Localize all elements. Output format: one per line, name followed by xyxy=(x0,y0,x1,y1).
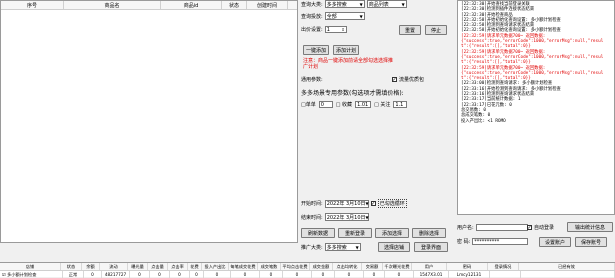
col-header: 成交金额 xyxy=(310,263,333,270)
loop-check-label: 已勾选循环 xyxy=(377,199,407,208)
scene-follow-input[interactable]: 1.1 xyxy=(393,101,408,108)
user-input[interactable] xyxy=(475,224,528,231)
start-time-label: 开始时间: xyxy=(301,201,323,207)
add-one-button[interactable]: 一键添加 xyxy=(303,45,329,55)
col-header: 登录情况 xyxy=(488,263,519,270)
end-time-picker[interactable]: 2022年 3月10日 ▼ xyxy=(324,213,369,221)
col-header: 点击均转化 xyxy=(333,263,362,270)
col-header: 已经有效 xyxy=(519,263,615,270)
general-params-row: 通用参数: xyxy=(301,76,323,83)
stop-button[interactable]: 停止 xyxy=(425,25,447,35)
calendar-dropdown-icon: ▼ xyxy=(365,214,369,220)
query-type-row: 查询大类: 多多搜索 ▼ 商品列表 ▼ xyxy=(301,0,407,8)
query-status-label: 查询投放: xyxy=(301,13,323,20)
col-header: 余额 xyxy=(82,263,100,270)
end-time-row: 结束时间: 2022年 3月10日 ▼ xyxy=(301,213,369,221)
start-time-row: 开始时间: 2022年 3月10日 ▼ ✓ 已勾选循环 xyxy=(301,199,407,208)
loop-checkbox[interactable]: ✓ xyxy=(370,201,376,207)
col-header: 流动 xyxy=(100,263,128,270)
product-table[interactable]: 序号 商品名 商品id 状态 创建时间 xyxy=(0,0,298,243)
traffic-check-row[interactable]: ✓ 流量优质包 xyxy=(392,76,424,83)
col-header: 成交笔数 xyxy=(258,263,281,270)
add-notice: 注意：商品一键添加前请全部勾选选择推广计划 xyxy=(303,58,394,70)
col-header: 用户 xyxy=(412,263,447,270)
save-account-button[interactable]: 保存账号 xyxy=(575,237,607,247)
chevron-down-icon: ▼ xyxy=(401,1,405,7)
auto-login-checkbox[interactable]: ✓ xyxy=(527,225,532,231)
account-area: 用户名: ✓ 自动登录 输出统计信息 密 码: ********** 设置账户 … xyxy=(457,222,615,262)
query-type-select[interactable]: 多多搜索 ▼ xyxy=(324,0,365,8)
calendar-dropdown-icon: ▼ xyxy=(365,201,369,206)
chevron-down-icon: ▼ xyxy=(359,13,363,19)
col-header: 密码 xyxy=(447,263,488,270)
col-header: 花费 xyxy=(188,263,202,270)
col-header: 曝光量 xyxy=(128,263,148,270)
promo-type-select[interactable]: 多多搜索 ▼ xyxy=(324,243,361,251)
col-header: 点击率 xyxy=(168,263,188,270)
scene-items-row: □单单 0 □ 收藏 1.01 □ 关注 1.1 xyxy=(301,101,408,108)
pages-label: 出价设置: xyxy=(301,27,323,33)
query-status-select[interactable]: 全部 ▼ xyxy=(324,12,365,20)
password-input[interactable]: ********** xyxy=(472,238,529,245)
end-time-label: 结束时间: xyxy=(301,214,323,221)
user-label: 用户名: xyxy=(457,225,474,231)
col-product-name: 商品名 xyxy=(64,1,161,9)
scene-unit-label: □单单 xyxy=(301,102,316,108)
delete-selection-button[interactable]: 删除选择 xyxy=(412,228,446,238)
traffic-check-label: 流量优质包 xyxy=(399,77,425,83)
chevron-down-icon: ▼ xyxy=(359,1,363,7)
log-panel[interactable]: [22:32:30]开始查找当前登录关联 [22:32:30]检测到插件连接状态结… xyxy=(457,0,615,215)
pages-row: 出价设置: 1 ⇕ xyxy=(301,26,347,33)
general-params-label: 通用参数: xyxy=(301,77,323,83)
col-index: 序号 xyxy=(1,1,64,9)
col-header: 交易额 xyxy=(362,263,383,270)
refresh-button[interactable]: 刷新数据 xyxy=(301,228,335,238)
log-line: 投入产出比: <1 ROMO xyxy=(461,118,506,124)
promo-type-label: 推广大类: xyxy=(301,244,323,251)
set-account-button[interactable]: 设置账户 xyxy=(539,237,571,247)
col-header: 投入产出比 xyxy=(202,263,229,270)
chevron-down-icon: ▼ xyxy=(355,244,359,250)
col-status: 状态 xyxy=(222,1,247,9)
relogin-button[interactable]: 重新登录 xyxy=(338,228,372,238)
col-header: 店铺 xyxy=(0,263,61,270)
promo-type-row: 推广大类: 多多搜索 ▼ xyxy=(301,243,361,251)
select-shop-button[interactable]: 选择店铺 xyxy=(378,242,410,252)
password-label: 密 码: xyxy=(457,239,471,245)
add-plan-button[interactable]: 添加计划 xyxy=(333,45,359,55)
add-selection-button[interactable]: 添加选择 xyxy=(375,228,409,238)
scene-unit-input[interactable]: 0 xyxy=(318,101,333,108)
product-table-header: 序号 商品名 商品id 状态 创建时间 xyxy=(1,1,297,10)
traffic-checkbox[interactable]: ✓ xyxy=(392,77,397,83)
query-sub-select[interactable]: 商品列表 ▼ xyxy=(366,0,407,8)
col-filler xyxy=(288,1,297,9)
password-row: 密 码: ********** xyxy=(457,238,529,245)
col-header: 千次曝光花费 xyxy=(383,263,412,270)
export-stats-button[interactable]: 输出统计信息 xyxy=(567,222,613,232)
col-header: 状态 xyxy=(61,263,82,270)
shop-table[interactable]: 店铺 状态 余额 流动 曝光量 点击量 点击率 花费 投入产出比 每笔成交花费 成交笔数 平均点击花费… xyxy=(0,262,615,278)
settings-panel: 查询大类: 多多搜索 ▼ 商品列表 ▼ 查询投放: 全部 ▼ 出价设置: 1 ⇕ 重置 … xyxy=(298,0,456,262)
multi-scene-label: 多多场景专用参数(勾选项才需填价格): xyxy=(301,90,404,97)
reset-button[interactable]: 重置 xyxy=(399,25,421,35)
pages-spinner[interactable]: 1 ⇕ xyxy=(324,26,347,33)
col-header: 点击量 xyxy=(148,263,168,270)
col-product-id: 商品id xyxy=(161,1,222,9)
col-header: 每笔成交花费 xyxy=(229,263,258,270)
col-created-time: 创建时间 xyxy=(247,1,288,9)
scene-fav-input[interactable]: 1.01 xyxy=(355,101,372,108)
scene-follow-label: □ 关注 xyxy=(374,102,391,108)
login-page-button[interactable]: 登录界面 xyxy=(414,242,448,252)
query-type-label: 查询大类: xyxy=(301,1,323,8)
auto-login-row[interactable]: ✓ 自动登录 xyxy=(527,224,554,231)
col-header: 平均点击花费 xyxy=(281,263,310,270)
scene-fav-label: □ 收藏 xyxy=(335,102,353,108)
user-row: 用户名: xyxy=(457,224,528,231)
spinner-arrows-icon: ⇕ xyxy=(341,27,345,32)
query-status-row: 查询投放: 全部 ▼ xyxy=(301,12,365,20)
auto-login-label: 自动登录 xyxy=(534,225,555,231)
shop-table-header: 店铺 状态 余额 流动 曝光量 点击量 点击率 花费 投入产出比 每笔成交花费 成交笔数 平均点击花费… xyxy=(0,263,615,271)
start-time-picker[interactable]: 2022年 3月10日 ▼ xyxy=(324,199,369,208)
